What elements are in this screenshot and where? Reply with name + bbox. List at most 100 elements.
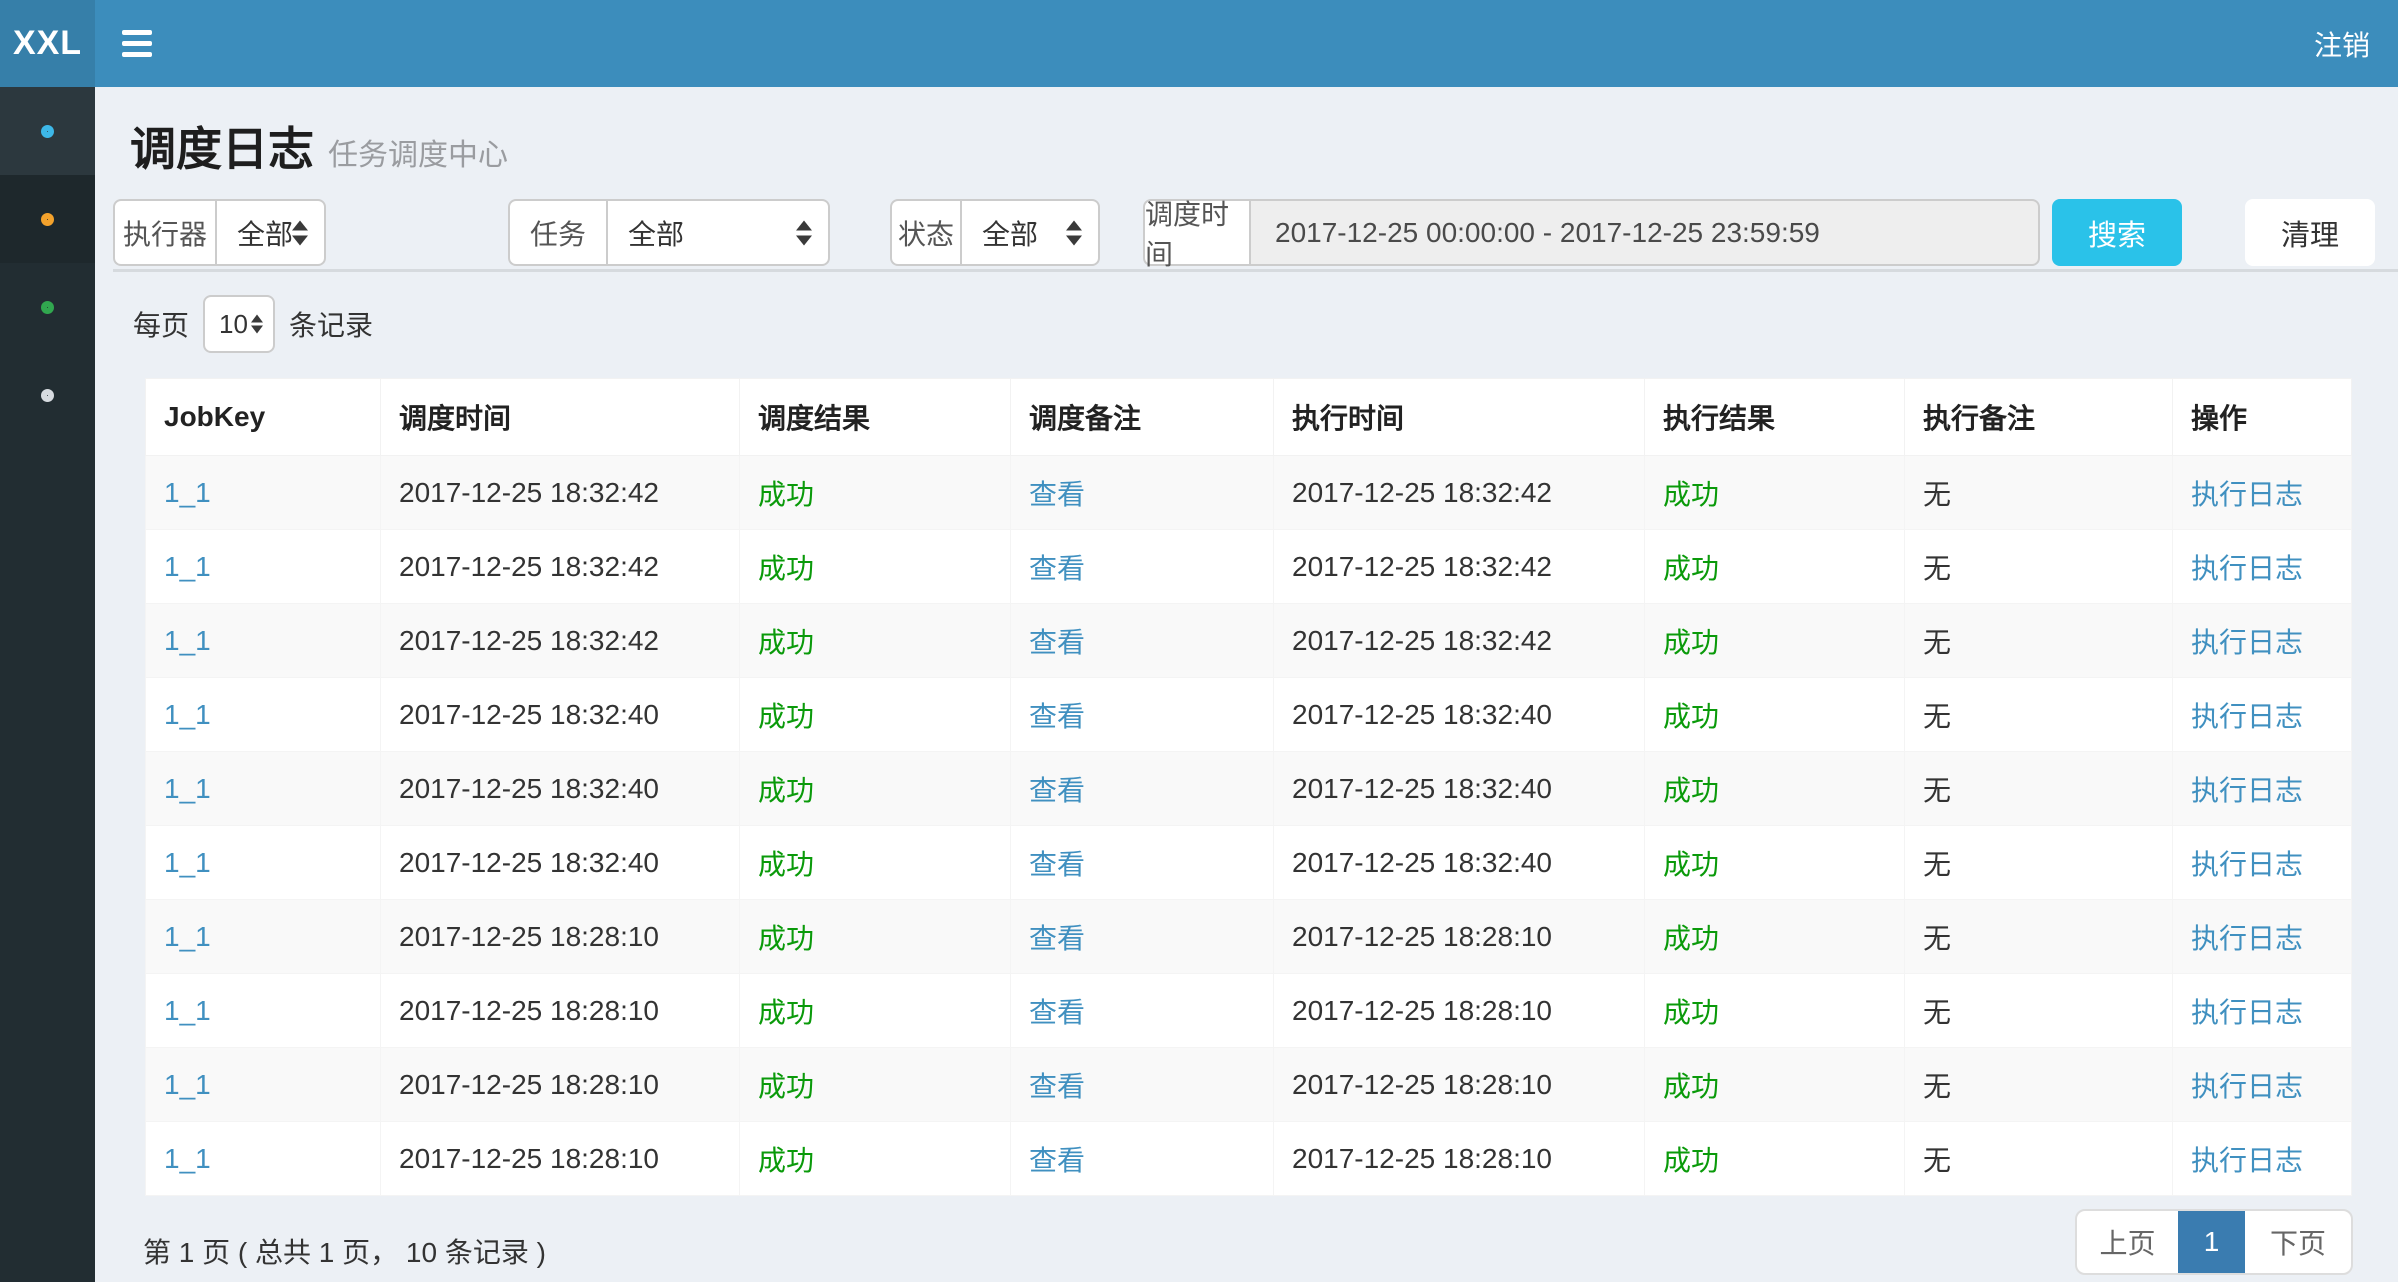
pagination: 上页 1 下页 [2075,1209,2353,1275]
table-row: 1_12017-12-25 18:32:40成功查看2017-12-25 18:… [146,752,2352,826]
sidebar-item-4[interactable] [0,351,95,439]
sidebar-item-3[interactable] [0,263,95,351]
handle-result-cell: 成功 [1663,923,1719,954]
trigger-time-cell: 2017-12-25 18:32:42 [399,625,659,656]
handle-msg-cell: 无 [1923,701,1951,732]
sidebar-item-1[interactable] [0,87,95,175]
prev-page-button[interactable]: 上页 [2077,1211,2178,1273]
executor-select[interactable]: 全部 [215,199,326,266]
execution-log-link[interactable]: 执行日志 [2191,923,2303,954]
trigger-time-cell: 2017-12-25 18:28:10 [399,921,659,952]
sidebar-toggle-icon[interactable] [122,24,152,63]
column-header: JobKey [146,379,381,456]
jobkey-link[interactable]: 1_1 [164,625,211,656]
handle-result-cell: 成功 [1663,849,1719,880]
jobkey-link[interactable]: 1_1 [164,699,211,730]
jobkey-link[interactable]: 1_1 [164,995,211,1026]
sidebar-item-2[interactable] [0,175,95,263]
jobkey-link[interactable]: 1_1 [164,773,211,804]
page-title: 调度日志 [130,123,314,175]
view-trigger-msg-link[interactable]: 查看 [1029,701,1085,732]
view-trigger-msg-link[interactable]: 查看 [1029,923,1085,954]
toolbar-divider [113,269,2398,272]
trigger-result-cell: 成功 [758,627,814,658]
view-trigger-msg-link[interactable]: 查看 [1029,997,1085,1028]
jobkey-link[interactable]: 1_1 [164,551,211,582]
view-trigger-msg-link[interactable]: 查看 [1029,1071,1085,1102]
table-row: 1_1 2017-12-25 18:28:10 成功 查看 2017-12-25 18:… [146,974,2352,1048]
trigger-result-cell: 成功 [758,479,814,510]
column-header: 执行时间 [1274,379,1645,456]
select-arrows-icon [796,220,812,245]
view-trigger-msg-link[interactable]: 查看 [1029,849,1085,880]
handle-result-cell: 成功 [1663,1145,1719,1176]
current-page-button[interactable]: 1 [2178,1211,2245,1273]
search-button[interactable]: 搜索 [2052,199,2182,266]
execution-log-link[interactable]: 执行日志 [2191,997,2303,1028]
jobkey-link[interactable]: 1_1 [164,1069,211,1100]
trigger-time-cell: 2017-12-25 18:28:10 [399,995,659,1026]
sidebar [0,87,95,1282]
table-row: 1_12017-12-25 18:32:42成功查看2017-12-25 18:… [146,604,2352,678]
handle-time-cell: 2017-12-25 18:32:42 [1292,477,1552,508]
table-row: 1_12017-12-25 18:28:10成功查看2017-12-25 18:… [146,1122,2352,1196]
execution-log-link[interactable]: 执行日志 [2191,775,2303,806]
execution-log-link[interactable]: 执行日志 [2191,627,2303,658]
select-arrows-icon [1066,220,1082,245]
page-size-suffix: 条记录 [289,304,373,344]
execution-log-link[interactable]: 执行日志 [2191,1071,2303,1102]
view-trigger-msg-link[interactable]: 查看 [1029,553,1085,584]
view-trigger-msg-link[interactable]: 查看 [1029,1145,1085,1176]
trigger-time-cell: 2017-12-25 18:32:40 [399,699,659,730]
handle-result-cell: 成功 [1663,479,1719,510]
table-row: 1_1 2017-12-25 18:32:42 成功 查看 2017-12-25 18:… [146,456,2352,530]
execution-log-link[interactable]: 执行日志 [2191,849,2303,880]
jobkey-link[interactable]: 1_1 [164,847,211,878]
job-select[interactable]: 全部 [606,199,830,266]
handle-msg-cell: 无 [1923,775,1951,806]
content-area: 调度日志任务调度中心 执行器 全部 任务 全部 状态 全部 调度时间 搜索 清理… [95,87,2398,1282]
column-header: 调度时间 [381,379,740,456]
table-row: 1_12017-12-25 18:32:42成功查看2017-12-25 18:… [146,530,2352,604]
execution-log-link[interactable]: 执行日志 [2191,553,2303,584]
trigger-time-filter-label: 调度时间 [1143,199,1249,266]
handle-msg-cell: 无 [1923,923,1951,954]
execution-log-link[interactable]: 执行日志 [2191,701,2303,732]
handle-msg-cell: 无 [1923,849,1951,880]
handle-result-cell: 成功 [1663,997,1719,1028]
jobkey-link[interactable]: 1_1 [164,477,211,508]
trigger-time-range-input[interactable] [1249,199,2040,266]
executor-filter-label: 执行器 [113,199,215,266]
log-table: JobKey调度时间调度结果调度备注执行时间执行结果执行备注操作 1_12017… [145,378,2352,1196]
handle-msg-cell: 无 [1923,627,1951,658]
handle-time-cell: 2017-12-25 18:28:10 [1292,995,1552,1026]
select-arrows-icon [292,220,308,245]
trigger-time-cell: 2017-12-25 18:32:40 [399,847,659,878]
logout-link[interactable]: 注销 [2314,24,2370,64]
clear-button[interactable]: 清理 [2245,199,2375,266]
status-select[interactable]: 全部 [960,199,1100,266]
trigger-time-cell: 2017-12-25 18:32:42 [399,477,659,508]
handle-msg-cell: 无 [1923,1145,1951,1176]
handle-time-cell: 2017-12-25 18:32:40 [1292,773,1552,804]
jobkey-link[interactable]: 1_1 [164,1143,211,1174]
trigger-result-cell: 成功 [758,923,814,954]
brand-logo: XXL [0,0,95,87]
next-page-button[interactable]: 下页 [2245,1211,2351,1273]
trigger-result-cell: 成功 [758,997,814,1028]
view-trigger-msg-link[interactable]: 查看 [1029,479,1085,510]
select-arrows-icon [251,315,263,334]
circle-icon [41,389,54,402]
execution-log-link[interactable]: 执行日志 [2191,479,2303,510]
circle-icon [41,125,54,138]
handle-result-cell: 成功 [1663,775,1719,806]
column-header: 执行结果 [1645,379,1905,456]
view-trigger-msg-link[interactable]: 查看 [1029,627,1085,658]
jobkey-link[interactable]: 1_1 [164,921,211,952]
page-size-select[interactable]: 10 [203,295,275,353]
pagination-summary: 第 1 页 ( 总共 1 页， 10 条记录 ) [143,1231,546,1271]
table-row: 1_12017-12-25 18:28:10成功查看2017-12-25 18:… [146,900,2352,974]
execution-log-link[interactable]: 执行日志 [2191,1145,2303,1176]
handle-result-cell: 成功 [1663,553,1719,584]
view-trigger-msg-link[interactable]: 查看 [1029,775,1085,806]
